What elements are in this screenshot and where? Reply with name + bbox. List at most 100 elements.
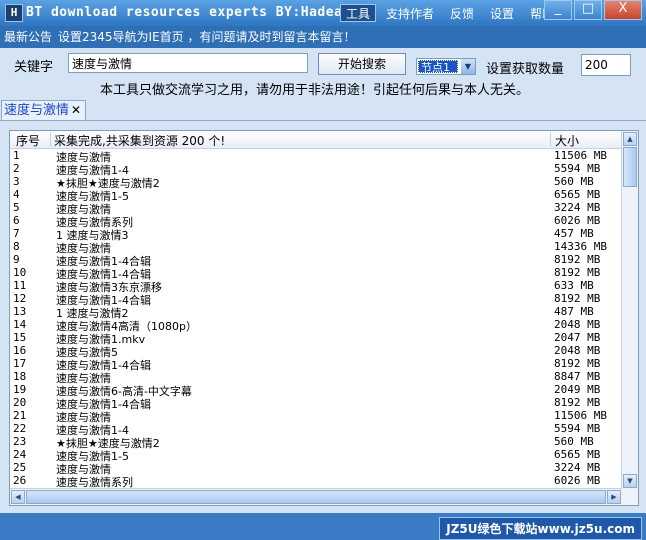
table-row[interactable]: 18 速度与激情 8847 MB — [10, 370, 622, 385]
table-row[interactable]: 17 速度与激情1-4合辑 8192 MB — [10, 357, 622, 372]
row-index: 2 — [13, 162, 20, 175]
row-index: 8 — [13, 240, 20, 253]
table-row[interactable]: 22 速度与激情1-4 5594 MB — [10, 422, 622, 437]
table-row[interactable]: 5 速度与激情 3224 MB — [10, 201, 622, 216]
row-size: 6565 MB — [554, 448, 601, 461]
table-row[interactable]: 19 速度与激情6-高清-中文字幕 2049 MB — [10, 383, 622, 398]
row-index: 19 — [13, 383, 27, 396]
tab-search-result[interactable]: 速度与激情 ✕ — [1, 100, 87, 120]
close-button[interactable]: X — [604, 0, 642, 20]
table-row[interactable]: 1 速度与激情 11506 MB — [10, 149, 622, 164]
column-header-index[interactable]: 序号 — [16, 132, 40, 149]
table-row[interactable]: 12 速度与激情1-4合辑 8192 MB — [10, 292, 622, 307]
row-index: 21 — [13, 409, 27, 422]
table-row[interactable]: 21 速度与激情 11506 MB — [10, 409, 622, 424]
row-size: 11506 MB — [554, 409, 607, 422]
table-row[interactable]: 16 速度与激情5 2048 MB — [10, 344, 622, 359]
column-divider[interactable] — [50, 132, 51, 147]
table-row[interactable]: 15 速度与激情1.mkv 2047 MB — [10, 331, 622, 346]
row-size: 2049 MB — [554, 383, 601, 396]
row-index: 6 — [13, 214, 20, 227]
row-size: 8192 MB — [554, 266, 601, 279]
table-row[interactable]: 20 速度与激情1-4合辑 8192 MB — [10, 396, 622, 411]
row-size: 6026 MB — [554, 214, 601, 227]
table-row[interactable]: 14 速度与激情4高清（1080p） 2048 MB — [10, 318, 622, 333]
table-row[interactable]: 3 ★抹胆★速度与激情2 560 MB — [10, 175, 622, 190]
scroll-corner — [622, 489, 638, 505]
row-size: 560 MB — [554, 175, 594, 188]
vertical-scrollbar[interactable]: ▲ ▼ — [621, 131, 638, 489]
menu-tools[interactable]: 工具 — [340, 4, 377, 22]
row-size: 5594 MB — [554, 422, 601, 435]
row-index: 10 — [13, 266, 27, 279]
table-row[interactable]: 11 速度与激情3东京漂移 633 MB — [10, 279, 622, 294]
results-list[interactable]: 序号 采集完成,共采集到资源 200 个! 大小 1 速度与激情 11506 MB 2… — [9, 130, 639, 506]
notice-label: 最新公告 — [4, 30, 53, 44]
row-size: 6565 MB — [554, 188, 601, 201]
node-select[interactable]: 节点1 ▼ — [416, 58, 476, 75]
row-index: 5 — [13, 201, 20, 214]
main-panel: 关键字 速度与激情 开始搜索 节点1 ▼ 设置获取数量 200 本工具只做交流学… — [0, 48, 646, 513]
table-row[interactable]: 26 速度与激情系列 6026 MB — [10, 474, 622, 489]
count-input[interactable]: 200 — [581, 54, 631, 76]
row-size: 487 MB — [554, 305, 594, 318]
row-index: 1 — [13, 149, 20, 162]
table-row[interactable]: 2 速度与激情1-4 5594 MB — [10, 162, 622, 177]
close-icon[interactable]: ✕ — [71, 103, 81, 117]
count-label: 设置获取数量 — [486, 62, 565, 77]
menu-feedback[interactable]: 反馈 — [444, 4, 480, 22]
row-index: 15 — [13, 331, 27, 344]
menu-settings[interactable]: 设置 — [484, 4, 520, 22]
scroll-down-icon[interactable]: ▼ — [623, 474, 637, 488]
search-row: 关键字 速度与激情 开始搜索 节点1 ▼ 设置获取数量 200 — [0, 52, 646, 77]
row-index: 18 — [13, 370, 27, 383]
maximize-button[interactable]: □ — [574, 0, 602, 20]
row-size: 6026 MB — [554, 474, 601, 487]
table-row[interactable]: 8 速度与激情 14336 MB — [10, 240, 622, 255]
table-row[interactable]: 71 速度与激情3 457 MB — [10, 227, 622, 242]
row-size: 5594 MB — [554, 162, 601, 175]
scroll-up-icon[interactable]: ▲ — [623, 132, 637, 146]
node-select-value: 节点1 — [418, 60, 458, 74]
horizontal-scrollbar[interactable]: ◀ ▶ — [10, 488, 622, 505]
row-size: 3224 MB — [554, 201, 601, 214]
list-header: 序号 采集完成,共采集到资源 200 个! 大小 — [10, 131, 622, 149]
minimize-button[interactable]: _ — [544, 0, 572, 20]
list-rows: 1 速度与激情 11506 MB 2 速度与激情1-4 5594 MB 3 ★抹胆★速度与激情… — [10, 149, 622, 489]
row-index: 12 — [13, 292, 27, 305]
column-divider[interactable] — [550, 132, 551, 147]
row-index: 11 — [13, 279, 27, 292]
column-header-name[interactable]: 采集完成,共采集到资源 200 个! — [54, 132, 225, 149]
scroll-thumb-horizontal[interactable] — [26, 490, 606, 504]
table-row[interactable]: 6 速度与激情系列 6026 MB — [10, 214, 622, 229]
row-size: 633 MB — [554, 279, 594, 292]
table-row[interactable]: 23 ★抹胆★速度与激情2 560 MB — [10, 435, 622, 450]
row-size: 8192 MB — [554, 292, 601, 305]
row-size: 2047 MB — [554, 331, 601, 344]
chevron-down-icon[interactable]: ▼ — [461, 59, 475, 74]
table-row[interactable]: 4 速度与激情1-5 6565 MB — [10, 188, 622, 203]
column-header-size[interactable]: 大小 — [555, 132, 579, 149]
scroll-left-icon[interactable]: ◀ — [11, 490, 25, 504]
row-index: 25 — [13, 461, 27, 474]
table-row[interactable]: 9 速度与激情1-4合辑 8192 MB — [10, 253, 622, 268]
table-row[interactable]: 25 速度与激情 3224 MB — [10, 461, 622, 476]
row-index: 17 — [13, 357, 27, 370]
window-title: BT download resources experts BY:Hadean — [26, 5, 351, 20]
keyword-label: 关键字 — [14, 60, 54, 75]
row-index: 22 — [13, 422, 27, 435]
table-row[interactable]: 10 速度与激情1-4合辑 8192 MB — [10, 266, 622, 281]
row-index: 4 — [13, 188, 20, 201]
row-size: 8192 MB — [554, 253, 601, 266]
table-row[interactable]: 24 速度与激情1-5 6565 MB — [10, 448, 622, 463]
row-index: 24 — [13, 448, 27, 461]
row-index: 23 — [13, 435, 27, 448]
table-row[interactable]: 13 1 速度与激情2 487 MB — [10, 305, 622, 320]
row-index: 13 — [13, 305, 27, 318]
scroll-right-icon[interactable]: ▶ — [607, 490, 621, 504]
keyword-input[interactable]: 速度与激情 — [68, 53, 308, 73]
row-size: 14336 MB — [554, 240, 607, 253]
menu-support-author[interactable]: 支持作者 — [380, 4, 440, 22]
start-search-button[interactable]: 开始搜索 — [318, 53, 406, 75]
scroll-thumb[interactable] — [623, 147, 637, 187]
